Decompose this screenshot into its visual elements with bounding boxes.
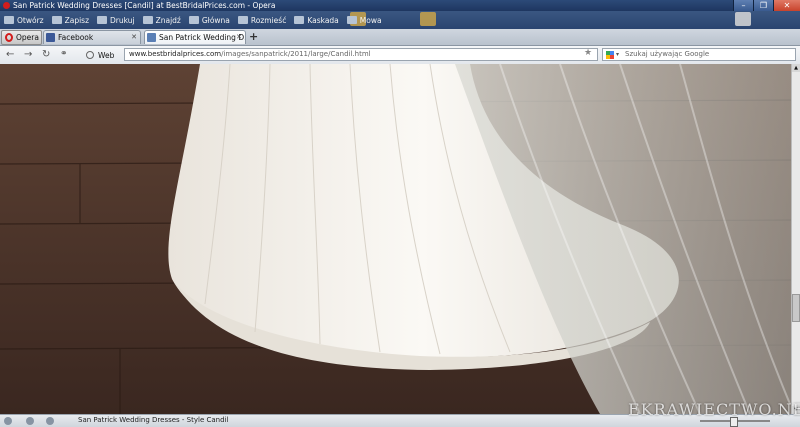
back-icon[interactable]: ← — [6, 49, 14, 60]
address-toolbar: ← → ↻ ⚭ Web www.bestbridalprices.com/ima… — [0, 46, 800, 65]
minimize-button[interactable]: – — [733, 0, 753, 11]
close-button[interactable]: ✕ — [773, 0, 800, 11]
title-bar: San Patrick Wedding Dresses [Candil] at … — [0, 0, 800, 11]
menu-item-print[interactable]: Drukuj — [97, 16, 135, 25]
chevron-down-icon[interactable]: ▾ — [616, 49, 619, 60]
cascade-icon — [294, 16, 305, 24]
find-icon — [142, 16, 153, 24]
scroll-up-icon[interactable]: ▲ — [792, 64, 800, 72]
menu-item-save[interactable]: Zapisz — [51, 16, 89, 25]
site-favicon-icon — [147, 33, 156, 42]
facebook-favicon-icon — [46, 33, 55, 42]
speech-icon — [346, 16, 357, 24]
tab-san-patrick[interactable]: San Patrick Wedding D... ✕ — [144, 30, 246, 44]
dress-illustration — [0, 64, 798, 414]
forward-icon[interactable]: → — [24, 49, 32, 60]
zoom-slider[interactable] — [700, 417, 770, 427]
menu-item-open[interactable]: Otwórz — [4, 16, 44, 25]
close-tab-icon[interactable]: ✕ — [131, 33, 137, 41]
window-controls: – ❐ ✕ — [733, 0, 800, 11]
folder-icon — [4, 16, 14, 24]
opera-icon — [3, 2, 10, 9]
save-icon — [51, 16, 62, 24]
new-tab-button[interactable]: + — [249, 31, 258, 42]
watermark: EKRAWIECTWO.NET — [628, 400, 800, 419]
globe-icon — [86, 51, 94, 59]
search-field[interactable]: ▾ Szukaj używając Google — [602, 48, 796, 61]
dress-image — [0, 64, 798, 414]
status-text: San Patrick Wedding Dresses - Style Cand… — [78, 416, 229, 424]
menu-item-speech[interactable]: Mowa — [346, 16, 382, 25]
cloud-icon[interactable] — [26, 417, 34, 425]
address-field[interactable]: www.bestbridalprices.com/images/sanpatri… — [124, 48, 598, 61]
reload-icon[interactable]: ↻ — [42, 49, 50, 60]
home-icon — [188, 16, 199, 24]
menu-item-cascade[interactable]: Kaskada — [294, 16, 339, 25]
google-icon — [606, 51, 614, 59]
opera-menu-button[interactable]: Opera — [1, 30, 42, 45]
tab-facebook[interactable]: Facebook ✕ — [43, 30, 141, 44]
url-path: /images/sanpatrick/2011/large/Candil.htm… — [221, 50, 371, 58]
menu-toolbar: Otwórz Zapisz Drukuj Znajdź Główna Rozmi… — [0, 11, 382, 29]
scrollbar-thumb[interactable] — [792, 294, 800, 322]
menu-item-tile[interactable]: Rozmieść — [237, 16, 286, 25]
bookmark-star-icon[interactable]: ★ — [584, 48, 592, 58]
url-domain: www.bestbridalprices.com — [129, 50, 222, 58]
tile-icon — [237, 16, 248, 24]
desktop-shortcut-icon[interactable] — [735, 12, 751, 26]
close-tab-icon[interactable]: ✕ — [236, 33, 242, 41]
desktop-shortcut-icon[interactable] — [420, 12, 436, 26]
restore-button[interactable]: ❐ — [753, 0, 773, 11]
menu-item-home[interactable]: Główna — [188, 16, 230, 25]
web-button[interactable]: Web — [86, 49, 114, 61]
vertical-scrollbar[interactable]: ▲ ▼ — [791, 64, 800, 414]
print-icon — [97, 16, 108, 24]
opera-logo-icon — [5, 33, 13, 42]
window-title: San Patrick Wedding Dresses [Candil] at … — [13, 1, 276, 10]
turbo-icon[interactable] — [46, 417, 54, 425]
tab-bar: Opera Facebook ✕ San Patrick Wedding D..… — [0, 29, 800, 46]
key-icon[interactable]: ⚭ — [60, 49, 68, 59]
menu-item-find[interactable]: Znajdź — [142, 16, 181, 25]
panel-toggle-icon[interactable] — [4, 417, 12, 425]
